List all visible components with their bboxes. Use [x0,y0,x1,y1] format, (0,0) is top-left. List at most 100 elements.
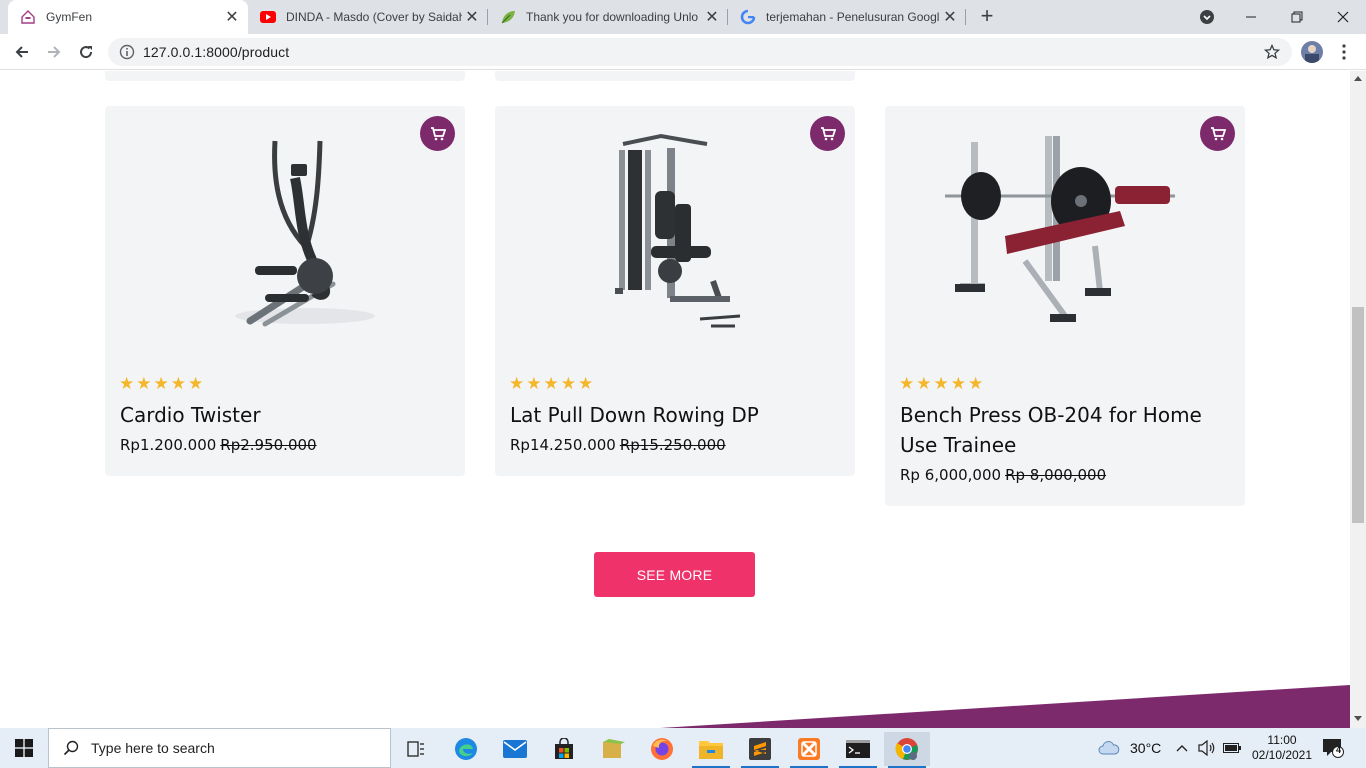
star-icon: ★ [526,374,542,393]
forward-button[interactable] [40,38,68,66]
star-icon: ★ [578,374,594,393]
page-scrollbar[interactable] [1350,71,1366,728]
chevron-down-icon [1200,10,1214,24]
minimize-button[interactable] [1228,0,1274,34]
page-content: ★ ★ ★ ★ ★ Cardio Twister Rp1.200.000 Rp2.950.… [0,71,1350,728]
taskbar-mail[interactable] [492,732,538,766]
taskbar-chrome[interactable] [884,732,930,768]
search-icon [63,740,79,756]
terminal-icon [846,740,870,758]
tab-title: terjemahan - Penelusuran Google [766,10,940,24]
tab-google-search[interactable]: terjemahan - Penelusuran Google ✕ [728,0,966,34]
chevron-up-icon [1176,745,1188,752]
tab-gymfen[interactable]: GymFen ✕ [8,0,248,34]
battery-icon [1223,743,1241,753]
see-more-button[interactable]: SEE MORE [594,552,755,597]
profile-button[interactable] [1298,38,1326,66]
star-icon: ★ [899,374,915,393]
browser-menu-button[interactable] [1330,38,1358,66]
close-window-button[interactable] [1320,0,1366,34]
battery-button[interactable] [1223,728,1241,768]
restore-button[interactable] [1274,0,1320,34]
folder-icon [699,741,723,759]
clock[interactable]: 11:00 02/10/2021 [1250,728,1314,768]
arrow-right-icon [48,46,61,58]
scroll-up-icon [1354,76,1362,81]
taskbar-file-explorer[interactable] [688,732,734,768]
task-view-icon [407,741,424,757]
star-icon: ★ [509,374,525,393]
taskbar-xampp[interactable] [786,732,832,768]
notification-center-button[interactable]: 4 [1322,728,1344,768]
show-hidden-icons-button[interactable] [1176,728,1188,768]
rating-stars: ★ ★ ★ ★ ★ [119,375,203,392]
taskbar-firefox[interactable] [639,732,685,766]
task-view-button[interactable] [393,732,439,766]
tab-title: GymFen [46,10,93,24]
close-tab-icon[interactable]: ✕ [222,7,242,27]
xampp-icon [798,738,820,760]
volume-icon [1198,740,1215,756]
product-card[interactable]: ★ ★ ★ ★ ★ Cardio Twister Rp1.200.000 Rp2.950.… [105,106,465,476]
firefox-icon [651,738,673,760]
star-icon: ★ [968,374,984,393]
star-icon: ★ [560,374,576,393]
notification-count: 4 [1336,745,1342,755]
clock-date: 02/10/2021 [1251,748,1313,762]
search-placeholder: Type here to search [91,740,215,756]
tab-download[interactable]: Thank you for downloading Unlo ✕ [488,0,728,34]
footer-wave [660,685,1350,728]
close-icon [1337,11,1349,23]
close-tab-icon[interactable]: ✕ [940,7,960,27]
product-name[interactable]: Cardio Twister [120,400,450,430]
reload-button[interactable] [72,38,100,66]
star-icon: ★ [153,374,169,393]
chrome-icon [895,738,918,760]
volume-button[interactable] [1198,728,1216,768]
product-card[interactable]: ★ ★ ★ ★ ★ Bench Press OB-204 for Home Use Tr… [885,106,1245,506]
taskbar-store[interactable] [541,732,587,766]
star-icon: ★ [950,374,966,393]
star-icon: ★ [119,374,135,393]
close-tab-icon[interactable]: ✕ [702,7,722,27]
star-icon: ★ [170,374,186,393]
info-icon [119,44,135,60]
product-card[interactable]: ★ ★ ★ ★ ★ Lat Pull Down Rowing DP Rp14.250.0… [495,106,855,476]
star-icon: ★ [136,374,152,393]
original-price: Rp 8,000,000 [1005,466,1107,484]
google-icon [740,9,756,25]
taskbar-edge[interactable] [443,732,489,766]
product-card-partial [495,71,855,81]
browser-tab-strip: GymFen ✕ DINDA - Masdo (Cover by Saidah … [0,0,1366,34]
taskbar-sublime-text[interactable] [737,732,783,768]
tab-youtube[interactable]: DINDA - Masdo (Cover by Saidah ✕ [248,0,488,34]
close-tab-icon[interactable]: ✕ [462,7,482,27]
scroll-thumb[interactable] [1352,307,1364,523]
product-name[interactable]: Bench Press OB-204 for Home Use Trainee [900,400,1230,460]
address-bar[interactable]: 127.0.0.1:8000/product [108,38,1292,66]
star-icon: ★ [543,374,559,393]
weather-widget[interactable]: 30°C [1098,728,1161,768]
start-button[interactable] [0,731,48,765]
url-text: 127.0.0.1:8000/product [143,44,290,60]
star-icon: ★ [933,374,949,393]
product-image-home-gym [495,116,855,336]
product-image-bench-press [885,116,1245,336]
arrow-left-icon [15,46,28,58]
leaf-icon [500,9,516,25]
new-tab-button[interactable]: + [976,5,998,29]
tab-search-button[interactable] [1185,0,1229,34]
weather-temp: 30°C [1130,740,1162,756]
restore-icon [1291,11,1303,23]
current-price: Rp1.200.000 [120,436,217,454]
taskbar-search-box[interactable]: Type here to search [48,728,391,768]
product-name[interactable]: Lat Pull Down Rowing DP [510,400,840,430]
taskbar-terminal[interactable] [835,732,881,768]
tab-title: Thank you for downloading Unlo [526,10,699,24]
back-button[interactable] [8,38,36,66]
reload-icon [80,46,93,59]
star-icon: ★ [916,374,932,393]
current-price: Rp 6,000,000 [900,466,1002,484]
taskbar-app-winrar[interactable] [590,732,636,766]
original-price: Rp2.950.000 [220,436,317,454]
